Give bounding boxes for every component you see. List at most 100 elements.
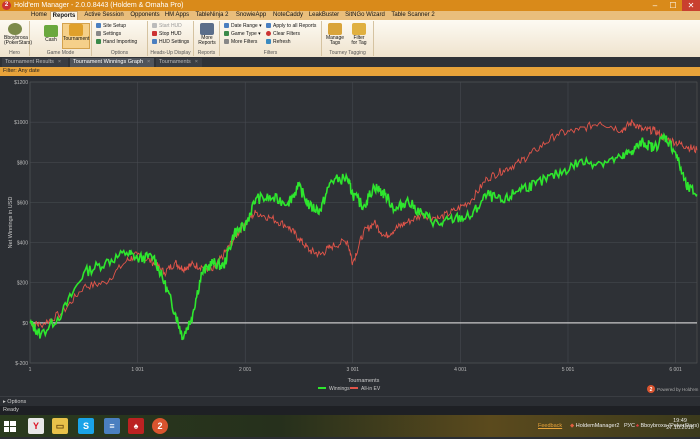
tab-notecaddy[interactable]: NoteCaddy: [270, 11, 306, 20]
y-tick-label: $1000: [14, 120, 28, 126]
calendar-icon: [224, 23, 229, 28]
group-hero: Bboybroxa (PokerStars) Hero: [0, 21, 32, 56]
hand-importing-button[interactable]: Hand Importing: [96, 39, 137, 46]
options-toggle[interactable]: Options: [7, 399, 26, 405]
hero-selector-button[interactable]: Bboybroxa (PokerStars): [4, 23, 32, 49]
hm2-watermark-glyph: 2: [650, 387, 653, 393]
group-options: Site Setup Settings Hand Importing Optio…: [92, 21, 148, 56]
tab-tournament-winnings-graph[interactable]: Tournament Winnings Graph ×: [70, 58, 154, 67]
tab-home[interactable]: Home: [28, 11, 50, 20]
hud-icon: [152, 39, 157, 44]
legend-label-winnings: Winnings: [329, 386, 350, 392]
filter-icon: [224, 39, 229, 44]
expand-icon: ▸: [3, 399, 6, 405]
winnings-graph-svg: $1200 $1000 $800 $600 $400 $200 $0 $-2001 1 001 2…: [8, 80, 700, 393]
manage-tags-button[interactable]: Manage Tags: [324, 23, 346, 49]
date-range-dropdown[interactable]: Date Range ▾: [224, 23, 262, 30]
trophy-icon: [69, 24, 83, 36]
hm2-small-icon: ◆: [570, 423, 575, 429]
filter-for-tag-button[interactable]: Filter for Tag: [348, 23, 370, 49]
more-reports-button[interactable]: More Reports: [196, 23, 218, 49]
title-bar: 2 Hold'em Manager - 2.0.0.8443 (Holdem &…: [0, 0, 700, 11]
group-game-mode: Cash Tournament Game Mode: [30, 21, 92, 56]
clock[interactable]: 19:49 27.10.2016: [660, 418, 700, 432]
refresh-button[interactable]: Refresh: [266, 39, 291, 46]
tab-snowieapp[interactable]: SnowieApp: [232, 11, 270, 20]
cash-button[interactable]: Cash: [40, 25, 62, 51]
tag-filter-icon: [352, 23, 366, 35]
apply-icon: [266, 23, 271, 28]
ribbon: Bboybroxa (PokerStars) Hero Cash Tournam…: [0, 20, 700, 58]
clear-filters-button[interactable]: Clear Filters: [266, 31, 300, 38]
start-hud-button[interactable]: Start HUD: [152, 23, 182, 30]
apply-all-reports-button[interactable]: Apply to all Reports: [266, 23, 316, 30]
tab-tournaments[interactable]: Tournaments ×: [156, 58, 202, 67]
windows-start-icon[interactable]: [2, 418, 18, 434]
tab-tableninja[interactable]: TableNinja 2: [194, 11, 230, 20]
globe-icon: [96, 23, 101, 28]
tab-active-session[interactable]: Active Session: [80, 11, 128, 20]
tag-icon: [328, 23, 342, 35]
window-title: Hold'em Manager - 2.0.0.8443 (Holdem & O…: [14, 2, 184, 9]
watermark-text: Powered by Hold'em Manager: [657, 387, 700, 392]
document-tabs: Tournament Results × Tournament Winnings …: [0, 57, 700, 67]
status-bar: Ready: [0, 406, 700, 415]
holdem-manager-taskbar-icon[interactable]: 2: [152, 418, 168, 434]
cards-icon: [224, 31, 229, 36]
tab-leakbuster[interactable]: LeakBuster: [306, 11, 342, 20]
close-button[interactable]: ✕: [682, 0, 700, 11]
pokerstars-icon[interactable]: ♠: [128, 418, 144, 434]
tab-sitngo-wizard[interactable]: SitNGo Wizard: [342, 11, 388, 20]
menu-bar: Home Reports Active Session Opponents HM…: [0, 11, 700, 20]
gear-icon: [96, 31, 101, 36]
skype-icon[interactable]: S: [78, 418, 94, 434]
stop-hud-button[interactable]: Stop HUD: [152, 31, 182, 38]
import-icon: [96, 39, 101, 44]
group-reports: More Reports Reports: [194, 21, 220, 56]
y-tick-label: $800: [17, 160, 28, 166]
x-tick-label: 2 001: [239, 367, 252, 373]
site-setup-button[interactable]: Site Setup: [96, 23, 126, 30]
tab-table-scanner[interactable]: Table Scanner 2: [388, 11, 438, 20]
winnings-chart: $1200 $1000 $800 $600 $400 $200 $0 $-200 1 1 001 2…: [0, 76, 700, 396]
tab-hm-apps[interactable]: HM Apps: [162, 11, 192, 20]
y-tick-label: $0: [22, 321, 28, 327]
taskbar: Y ▭ S ≡ ♠ 2 Feedback ◆ HoldemManager2 ♠ …: [0, 415, 700, 437]
close-tab-icon[interactable]: ×: [195, 59, 198, 65]
yandex-browser-icon[interactable]: Y: [28, 418, 44, 434]
feedback-link[interactable]: Feedback: [538, 415, 562, 437]
hud-settings-button[interactable]: HUD Settings: [152, 39, 189, 46]
x-tick-label: 4 001: [454, 367, 467, 373]
tab-tournament-results[interactable]: Tournament Results ×: [2, 58, 68, 67]
settings-button[interactable]: Settings: [96, 31, 121, 38]
tournament-button[interactable]: Tournament: [62, 23, 90, 49]
language-indicator[interactable]: РУС: [624, 415, 635, 437]
minimize-button[interactable]: –: [646, 0, 664, 11]
y-tick-label: $200: [17, 281, 28, 287]
taskbar-app-hm2[interactable]: ◆ HoldemManager2: [570, 415, 619, 437]
filter-bar[interactable]: Filter: Any date: [0, 67, 700, 76]
report-icon: [200, 23, 214, 35]
pokerstars-small-icon: ♠: [636, 423, 639, 429]
refresh-icon: [266, 39, 271, 44]
close-tab-icon[interactable]: ×: [147, 59, 150, 65]
x-tick-label: 1: [29, 367, 32, 373]
play-icon: [152, 23, 157, 28]
y-tick-label: $400: [17, 241, 28, 247]
group-hud: Start HUD Stop HUD HUD Settings Heads-Up…: [148, 21, 194, 56]
tab-opponents[interactable]: Opponents: [128, 11, 162, 20]
legend-swatch-all-in-ev: [350, 387, 358, 389]
stop-icon: [152, 31, 157, 36]
maximize-button[interactable]: ☐: [664, 0, 682, 11]
x-tick-label: 5 001: [562, 367, 575, 373]
notepad-icon[interactable]: ≡: [104, 418, 120, 434]
game-type-dropdown[interactable]: Game Type ▾: [224, 31, 261, 38]
more-filters-button[interactable]: More Filters: [224, 39, 257, 46]
tab-reports[interactable]: Reports: [50, 11, 78, 20]
status-text: Ready: [3, 407, 19, 413]
x-axis-label: Tournaments: [348, 378, 380, 384]
close-tab-icon[interactable]: ×: [58, 59, 61, 65]
y-tick-label: $-200: [15, 361, 28, 367]
file-explorer-icon[interactable]: ▭: [52, 418, 68, 434]
group-tourney-tagging: Manage Tags Filter for Tag Tourney Taggi…: [322, 21, 374, 56]
